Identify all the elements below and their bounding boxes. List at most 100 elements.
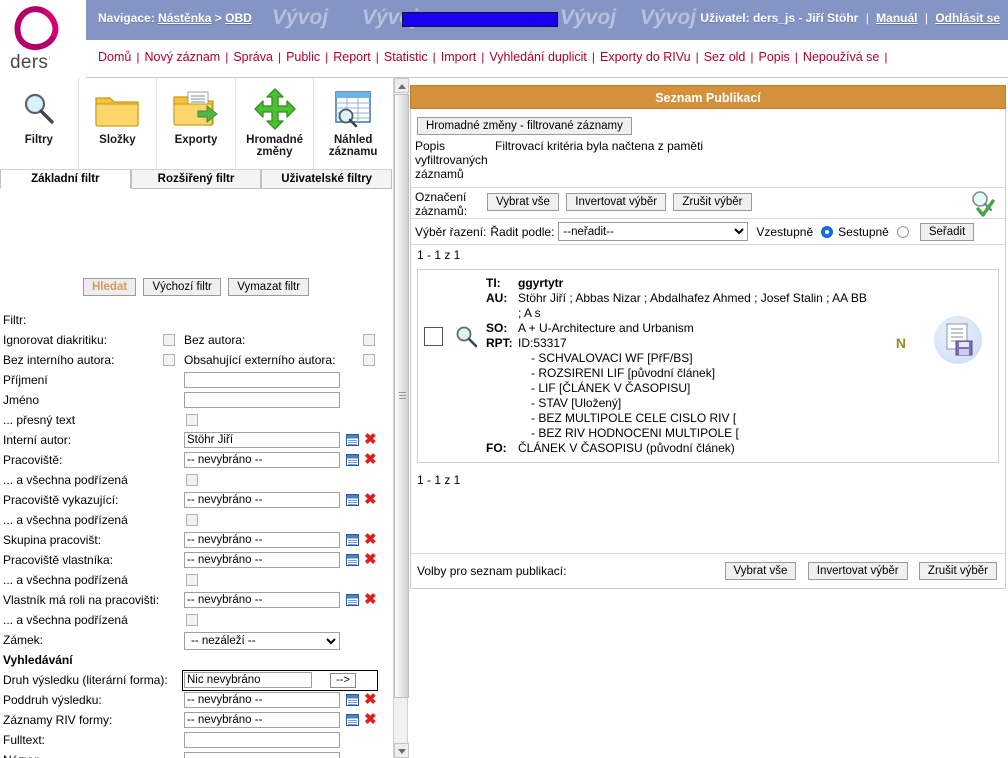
filter-checkbox-a-všechna-podřízená[interactable] — [186, 474, 198, 486]
filter-checkbox-bez-interního-autora[interactable] — [163, 354, 175, 366]
invert-selection-button-bottom[interactable]: Invertovat výběr — [807, 562, 908, 580]
filter-row-pracoviště: Pracoviště: ✖ — [0, 450, 392, 470]
list-picker-icon[interactable] — [346, 554, 359, 566]
filter-input-pracoviště[interactable] — [184, 452, 340, 468]
clear-filter-button[interactable]: Vymazat filtr — [228, 278, 310, 296]
menu-separator: | — [325, 50, 329, 64]
toolbar-item-filtry[interactable]: Filtry — [0, 78, 79, 169]
menu-item-public[interactable]: Public — [286, 50, 320, 64]
filter-row-záznamy-riv-formy: Záznamy RIV formy: ✖ — [0, 710, 392, 730]
clear-field-icon[interactable]: ✖ — [364, 432, 377, 448]
left-panel-scrollbar[interactable] — [393, 78, 409, 758]
record-magnifier-icon[interactable] — [454, 325, 480, 354]
filter-input-příjmení[interactable] — [184, 372, 340, 388]
result-type-open-icon[interactable]: --> — [330, 673, 356, 688]
clear-field-icon[interactable]: ✖ — [364, 552, 377, 568]
logo[interactable]: ders· — [0, 0, 86, 78]
filter-checkbox-secondary[interactable] — [363, 354, 375, 366]
toolbar-label-line2b: záznamu — [328, 146, 378, 158]
menu-item-report[interactable]: Report — [333, 50, 371, 64]
filter-checkbox-ignorovat-diakritiku[interactable] — [163, 334, 175, 346]
toolbar-item-hromadne-zmeny[interactable]: Hromadné změny — [236, 78, 315, 169]
filter-checkbox-a-všechna-podřízená[interactable] — [186, 574, 198, 586]
filter-input-záznamy-riv-formy[interactable] — [184, 712, 340, 728]
menu-item-exporty-do-rivu[interactable]: Exporty do RIVu — [600, 50, 691, 64]
filter-checkbox-secondary[interactable] — [363, 334, 375, 346]
select-all-button-top[interactable]: Vybrat vše — [487, 193, 559, 211]
clear-field-icon[interactable]: ✖ — [364, 532, 377, 548]
menu-item-popis[interactable]: Popis — [759, 50, 790, 64]
clear-field-icon[interactable]: ✖ — [364, 712, 377, 728]
filter-checkbox-a-všechna-podřízená[interactable] — [186, 514, 198, 526]
filter-input-interní-autor[interactable] — [184, 432, 340, 448]
filter-row-přesný-text: ... přesný text — [0, 410, 392, 430]
menu-item-nov-z-znam[interactable]: Nový záznam — [144, 50, 220, 64]
filter-input-pracoviště-vykazující[interactable] — [184, 492, 340, 508]
clear-field-icon[interactable]: ✖ — [364, 492, 377, 508]
filter-checkbox-a-všechna-podřízená[interactable] — [186, 614, 198, 626]
menu-item-nepou-v-se[interactable]: Nepoužívá se — [803, 50, 879, 64]
breadcrumb-link-obd[interactable]: OBD — [225, 11, 252, 25]
filter-input-pracoviště-vlastníka[interactable] — [184, 552, 340, 568]
list-picker-icon[interactable] — [346, 454, 359, 466]
sort-button[interactable]: Seřadit — [919, 222, 975, 241]
four-way-arrows-icon — [236, 84, 314, 134]
select-all-button-bottom[interactable]: Vybrat vše — [724, 562, 797, 580]
menu-item-import[interactable]: Import — [441, 50, 476, 64]
clear-field-icon[interactable]: ✖ — [364, 592, 377, 608]
clear-field-icon[interactable]: ✖ — [364, 452, 377, 468]
magnifier-check-icon[interactable] — [969, 190, 997, 218]
filter-input-fulltext[interactable] — [184, 732, 340, 748]
tab-roz-i-en-filtr[interactable]: Rozšiřený filtr — [130, 170, 262, 189]
filter-checkbox-přesný-text[interactable] — [186, 414, 198, 426]
record-fo-line: FO: ČLÁNEK V ČASOPISU (původní článek) — [486, 441, 998, 456]
list-picker-icon[interactable] — [346, 494, 359, 506]
filter-input-jméno[interactable] — [184, 392, 340, 408]
document-save-icon[interactable] — [934, 316, 982, 364]
breadcrumb-link-nastenka[interactable]: Nástěnka — [158, 11, 211, 25]
filter-input-vlastník-má-roli-na-pracovišti[interactable] — [184, 592, 340, 608]
scrollbar-thumb[interactable] — [394, 94, 409, 698]
list-picker-icon[interactable] — [346, 434, 359, 446]
highlighted-blue-field[interactable] — [402, 12, 558, 27]
descending-radio[interactable] — [896, 225, 909, 238]
clear-selection-button-top[interactable]: Zrušit výběr — [673, 193, 752, 211]
menu-item-spr-va[interactable]: Správa — [233, 50, 273, 64]
record-select-checkbox[interactable] — [424, 327, 443, 346]
tab-z-kladn-filtr[interactable]: Základní filtr — [0, 170, 131, 189]
breadcrumb-prefix: Navigace: — [98, 11, 155, 25]
menu-item-sez-old[interactable]: Sez old — [704, 50, 746, 64]
toolbar-item-slozky[interactable]: Složky — [79, 78, 158, 169]
filter-input-skupina-pracovišt[interactable] — [184, 532, 340, 548]
sort-by-select[interactable]: --neřadit-- — [558, 222, 749, 241]
menu-item-vyhled-n-duplicit[interactable]: Vyhledání duplicit — [489, 50, 587, 64]
clear-selection-button-bottom[interactable]: Zrušit výběr — [918, 562, 997, 580]
list-picker-icon[interactable] — [346, 594, 359, 606]
scroll-up-arrow-icon[interactable] — [394, 78, 409, 93]
logout-link[interactable]: Odhlásit se — [935, 11, 1000, 25]
menu-item-dom[interactable]: Domů — [98, 50, 131, 64]
filter-select-zámek[interactable]: -- nezáleží -- — [184, 632, 340, 650]
list-picker-icon[interactable] — [346, 534, 359, 546]
scrollbar-grip-icon — [399, 392, 406, 400]
search-button[interactable]: Hledat — [82, 278, 137, 296]
tab-u-ivatelsk-filtry[interactable]: Uživatelské filtry — [261, 170, 392, 189]
bulk-changes-button[interactable]: Hromadné změny - filtrované záznamy — [417, 117, 632, 135]
ascending-radio[interactable] — [821, 225, 834, 238]
scroll-down-arrow-icon[interactable] — [394, 743, 409, 758]
list-picker-icon[interactable] — [346, 714, 359, 726]
filter-input-druh-výsledku-literární-forma[interactable] — [184, 672, 312, 688]
manual-link[interactable]: Manuál — [876, 11, 917, 25]
toolbar-item-exporty[interactable]: Exporty — [157, 78, 236, 169]
invert-selection-button-top[interactable]: Invertovat výběr — [566, 193, 667, 211]
menu-item-statistic[interactable]: Statistic — [384, 50, 428, 64]
menu-separator: | — [884, 50, 888, 64]
default-filter-button[interactable]: Výchozí filtr — [143, 278, 221, 296]
clear-field-icon[interactable]: ✖ — [364, 692, 377, 708]
toolbar-item-nahled-zaznamu[interactable]: Náhled záznamu — [314, 78, 392, 169]
filter-input-názvy[interactable] — [184, 752, 340, 758]
menu-separator: | — [432, 50, 436, 64]
filter-row-poddruh-výsledku: Poddruh výsledku: ✖ — [0, 690, 392, 710]
filter-input-poddruh-výsledku[interactable] — [184, 692, 340, 708]
list-picker-icon[interactable] — [346, 694, 359, 706]
